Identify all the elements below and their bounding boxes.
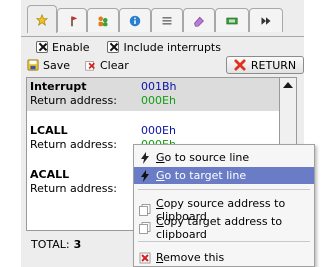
- total-value: 3: [73, 238, 82, 251]
- include-interrupts-checkbox[interactable]: Include interrupts: [107, 41, 221, 54]
- return-address-value: 000Eh: [141, 94, 176, 107]
- tab-eraser[interactable]: [183, 8, 215, 32]
- menu-item-go-to-source-line[interactable]: Go to source line: [134, 149, 314, 166]
- star-icon: [36, 13, 48, 26]
- scroll-up-arrow-icon[interactable]: [283, 82, 293, 88]
- copy-icon: [139, 221, 151, 234]
- tab-forward[interactable]: [249, 8, 283, 32]
- entry-header-row: ACALL: [30, 168, 141, 182]
- entry-address: 001Bh: [141, 80, 177, 93]
- clear-button[interactable]: Clear: [84, 56, 129, 74]
- save-button[interactable]: Save: [27, 56, 70, 74]
- menu-item-label: Go to target line: [156, 169, 247, 182]
- remove-icon: [139, 252, 151, 263]
- entry-type: Interrupt: [30, 80, 87, 93]
- chip-icon: [226, 17, 238, 24]
- tab-strip: [21, 5, 304, 37]
- entry-type: LCALL: [30, 124, 68, 137]
- return-address-label: Return address:: [30, 94, 117, 107]
- clear-icon: [85, 61, 95, 71]
- return-button[interactable]: RETURN: [226, 56, 304, 74]
- save-icon: [27, 59, 39, 71]
- entry-header-row: LCALL 000Eh: [30, 124, 176, 138]
- list-icon: [162, 16, 172, 24]
- return-label: RETURN: [250, 58, 297, 72]
- tab-strip-baseline: [21, 36, 304, 37]
- return-address-label: Return address:: [30, 138, 117, 151]
- close-x-icon: [234, 59, 246, 71]
- info-icon: [129, 15, 141, 26]
- entry-type: ACALL: [30, 168, 70, 181]
- eraser-icon: [194, 16, 204, 27]
- menu-item-label: Remove this: [156, 251, 225, 264]
- entry-header-row: Interrupt 001Bh: [30, 80, 177, 94]
- entry-return-row: Return address: 000Eh: [30, 94, 176, 108]
- tab-info[interactable]: [119, 8, 151, 32]
- copy-icon: [139, 203, 151, 216]
- menu-item-go-to-target-line[interactable]: Go to target line: [134, 167, 314, 184]
- list-item[interactable]: Interrupt 001Bh Return address: 000Eh: [27, 78, 279, 111]
- toolbar: Save Clear RETURN: [21, 56, 304, 74]
- tab-people[interactable]: [87, 8, 119, 32]
- fast-forward-icon: [261, 16, 271, 25]
- clear-label: Clear: [100, 58, 129, 72]
- enable-checkbox-box[interactable]: [36, 41, 48, 53]
- enable-label: Enable: [52, 40, 90, 54]
- include-interrupts-checkbox-box[interactable]: [107, 41, 120, 53]
- menu-item-label: Copy target address to clipboard: [156, 214, 283, 241]
- options-row: Enable Include interrupts: [36, 39, 221, 55]
- return-address-label: Return address:: [30, 182, 117, 195]
- tab-pin[interactable]: [57, 8, 87, 32]
- entry-return-row: Return address:: [30, 182, 141, 196]
- people-icon: [98, 16, 108, 26]
- enable-checkbox[interactable]: Enable: [36, 41, 89, 54]
- menu-separator: [138, 241, 310, 242]
- menu-item-copy-target-address[interactable]: Copy target address to clipboard: [134, 215, 314, 241]
- entry-address: 000Eh: [141, 124, 176, 137]
- context-menu: Go to source line Go to target line Copy…: [133, 144, 315, 267]
- total-count: TOTAL: 3: [31, 238, 81, 251]
- save-label: Save: [43, 58, 71, 72]
- tab-list[interactable]: [151, 8, 183, 32]
- menu-item-remove-this[interactable]: Remove this: [134, 249, 314, 266]
- tab-chip[interactable]: [215, 8, 249, 32]
- menu-item-label: Go to source line: [156, 151, 250, 164]
- tab-star[interactable]: [27, 5, 57, 33]
- menu-separator: [138, 189, 310, 190]
- pin-flag-icon: [71, 16, 78, 26]
- include-interrupts-label: Include interrupts: [123, 40, 221, 54]
- lightning-icon: [141, 151, 149, 164]
- total-label: TOTAL:: [31, 238, 70, 251]
- lightning-icon: [141, 169, 149, 182]
